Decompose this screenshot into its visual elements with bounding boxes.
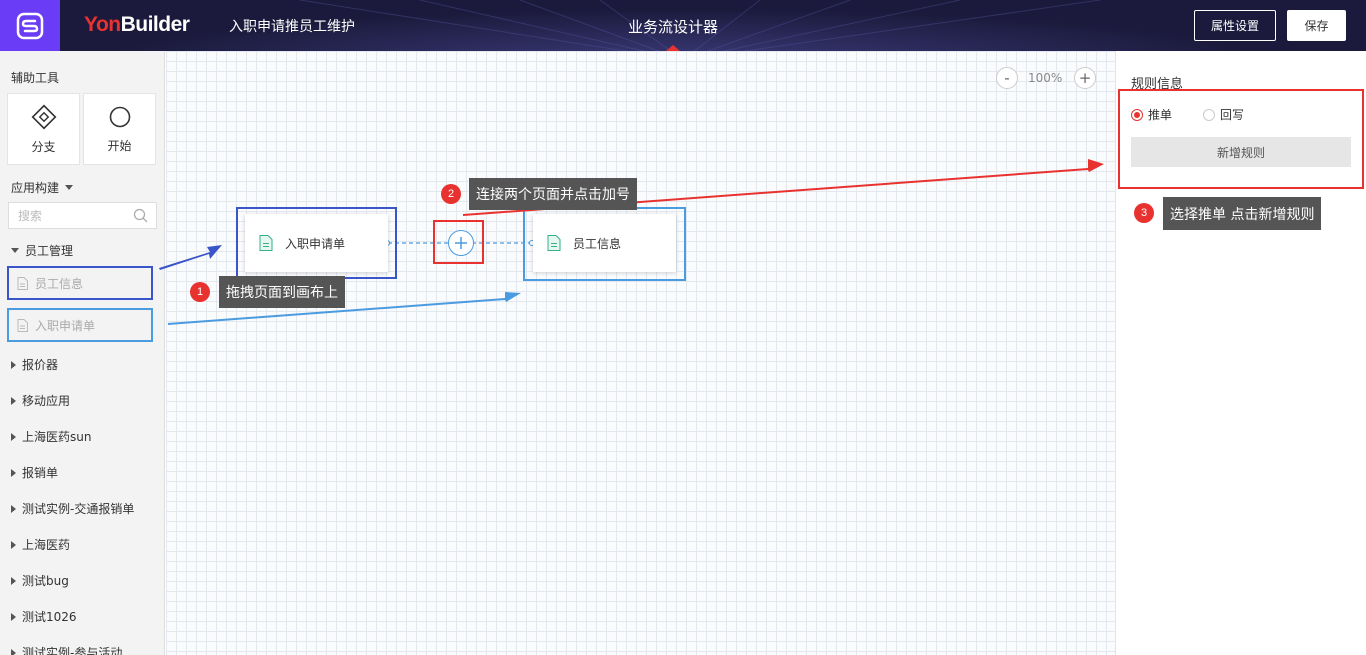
tree-group-label: 员工管理 bbox=[25, 244, 74, 258]
tree-group[interactable]: 测试bug bbox=[11, 572, 69, 589]
step-tooltip-2: 连接两个页面并点击加号 bbox=[469, 178, 637, 210]
app-build-label: 应用构建 bbox=[11, 181, 60, 195]
add-rule-button[interactable]: 新增规则 bbox=[1131, 137, 1351, 167]
caret-right-icon bbox=[11, 504, 16, 513]
caret-down-icon bbox=[11, 248, 19, 253]
caret-down-icon bbox=[65, 185, 74, 190]
tree-group-label: 测试bug bbox=[22, 574, 69, 588]
tree-group[interactable]: 测试实例-交通报销单 bbox=[11, 500, 134, 517]
step-tooltip-3: 选择推单 点击新增规则 bbox=[1163, 197, 1322, 230]
tree-group-label: 报销单 bbox=[22, 466, 59, 480]
radio-writeback[interactable]: 回写 bbox=[1203, 106, 1244, 123]
node-label: 员工信息 bbox=[573, 236, 622, 251]
tool-start-label: 开始 bbox=[107, 138, 132, 153]
step-badge-2: 2 bbox=[441, 184, 461, 204]
branch-diamond-icon bbox=[31, 104, 56, 129]
tree-group[interactable]: 报销单 bbox=[11, 464, 58, 481]
radio-push[interactable]: 推单 bbox=[1131, 106, 1172, 123]
caret-right-icon bbox=[11, 468, 16, 477]
canvas-node-onboarding-form[interactable]: 入职申请单 bbox=[245, 214, 388, 272]
tree-group[interactable]: 报价器 bbox=[11, 356, 58, 373]
search-input[interactable] bbox=[9, 203, 129, 228]
tree-group[interactable]: 测试1026 bbox=[11, 608, 77, 625]
radio-unchecked-icon bbox=[1203, 108, 1215, 121]
tree-group[interactable]: 移动应用 bbox=[11, 392, 70, 409]
radio-writeback-label: 回写 bbox=[1220, 108, 1245, 122]
page-doc-icon bbox=[547, 235, 561, 251]
search-field[interactable] bbox=[8, 202, 157, 229]
caret-right-icon bbox=[11, 540, 16, 549]
designer-title: 业务流设计器 bbox=[627, 18, 718, 36]
caret-right-icon bbox=[11, 396, 16, 405]
radio-push-label: 推单 bbox=[1148, 108, 1173, 122]
step-tooltip-1: 拖拽页面到画布上 bbox=[219, 276, 345, 308]
tree-group[interactable]: 测试实例-参与活动 bbox=[11, 644, 122, 655]
tool-start[interactable]: 开始 bbox=[83, 93, 156, 165]
page-doc-icon bbox=[17, 276, 28, 290]
start-circle-icon bbox=[109, 106, 130, 127]
page-doc-icon bbox=[259, 235, 273, 251]
node-label: 入职申请单 bbox=[285, 236, 346, 251]
tools-heading: 辅助工具 bbox=[11, 71, 60, 85]
zoom-level: 100% bbox=[1028, 71, 1063, 85]
canvas-node-employee-info[interactable]: 员工信息 bbox=[533, 214, 676, 272]
tree-group-label: 移动应用 bbox=[22, 394, 71, 408]
design-canvas[interactable] bbox=[166, 51, 1115, 655]
page-item-onboarding-form[interactable]: 入职申请单 bbox=[7, 308, 153, 342]
caret-right-icon bbox=[11, 432, 16, 441]
caret-right-icon bbox=[11, 612, 16, 621]
tree-group[interactable]: 上海医药sun bbox=[11, 428, 91, 445]
left-sidebar: 辅助工具 分支 开始 应用构建 员工管理 员工信息 bbox=[0, 51, 165, 655]
caret-right-icon bbox=[11, 576, 16, 585]
plus-icon bbox=[455, 237, 467, 249]
tree-group-label: 测试实例-交通报销单 bbox=[22, 502, 135, 516]
page-item-label: 入职申请单 bbox=[35, 318, 96, 333]
rule-info-title: 规则信息 bbox=[1131, 77, 1184, 92]
page-doc-icon bbox=[17, 318, 28, 332]
tree-group-label: 测试实例-参与活动 bbox=[22, 646, 123, 655]
app-build-dropdown[interactable]: 应用构建 bbox=[11, 179, 74, 196]
radio-checked-icon bbox=[1131, 108, 1143, 121]
save-button[interactable]: 保存 bbox=[1287, 10, 1346, 41]
zoom-out-button[interactable]: - bbox=[996, 67, 1018, 89]
tree-group-employee-management[interactable]: 员工管理 bbox=[11, 242, 73, 259]
tool-branch-label: 分支 bbox=[31, 139, 56, 154]
tree-group[interactable]: 上海医药 bbox=[11, 536, 70, 553]
add-connection-button[interactable] bbox=[448, 230, 474, 256]
properties-button[interactable]: 属性设置 bbox=[1194, 10, 1276, 41]
page-item-label: 员工信息 bbox=[35, 276, 84, 291]
tree-group-label: 上海医药sun bbox=[22, 430, 92, 444]
step-badge-1: 1 bbox=[190, 282, 210, 302]
search-icon[interactable] bbox=[133, 208, 148, 223]
tree-group-label: 测试1026 bbox=[22, 610, 77, 624]
tool-branch[interactable]: 分支 bbox=[7, 93, 80, 165]
zoom-in-button[interactable]: + bbox=[1074, 67, 1096, 89]
step-badge-3: 3 bbox=[1134, 203, 1154, 223]
top-header: YonBuilder 入职申请推员工维护 业务流设计器 属性设置 保存 bbox=[0, 0, 1366, 51]
tree-group-label: 报价器 bbox=[22, 358, 59, 372]
caret-right-icon bbox=[11, 360, 16, 369]
page-item-employee-info[interactable]: 员工信息 bbox=[7, 266, 153, 300]
caret-right-icon bbox=[11, 648, 16, 655]
tree-group-label: 上海医药 bbox=[22, 538, 71, 552]
